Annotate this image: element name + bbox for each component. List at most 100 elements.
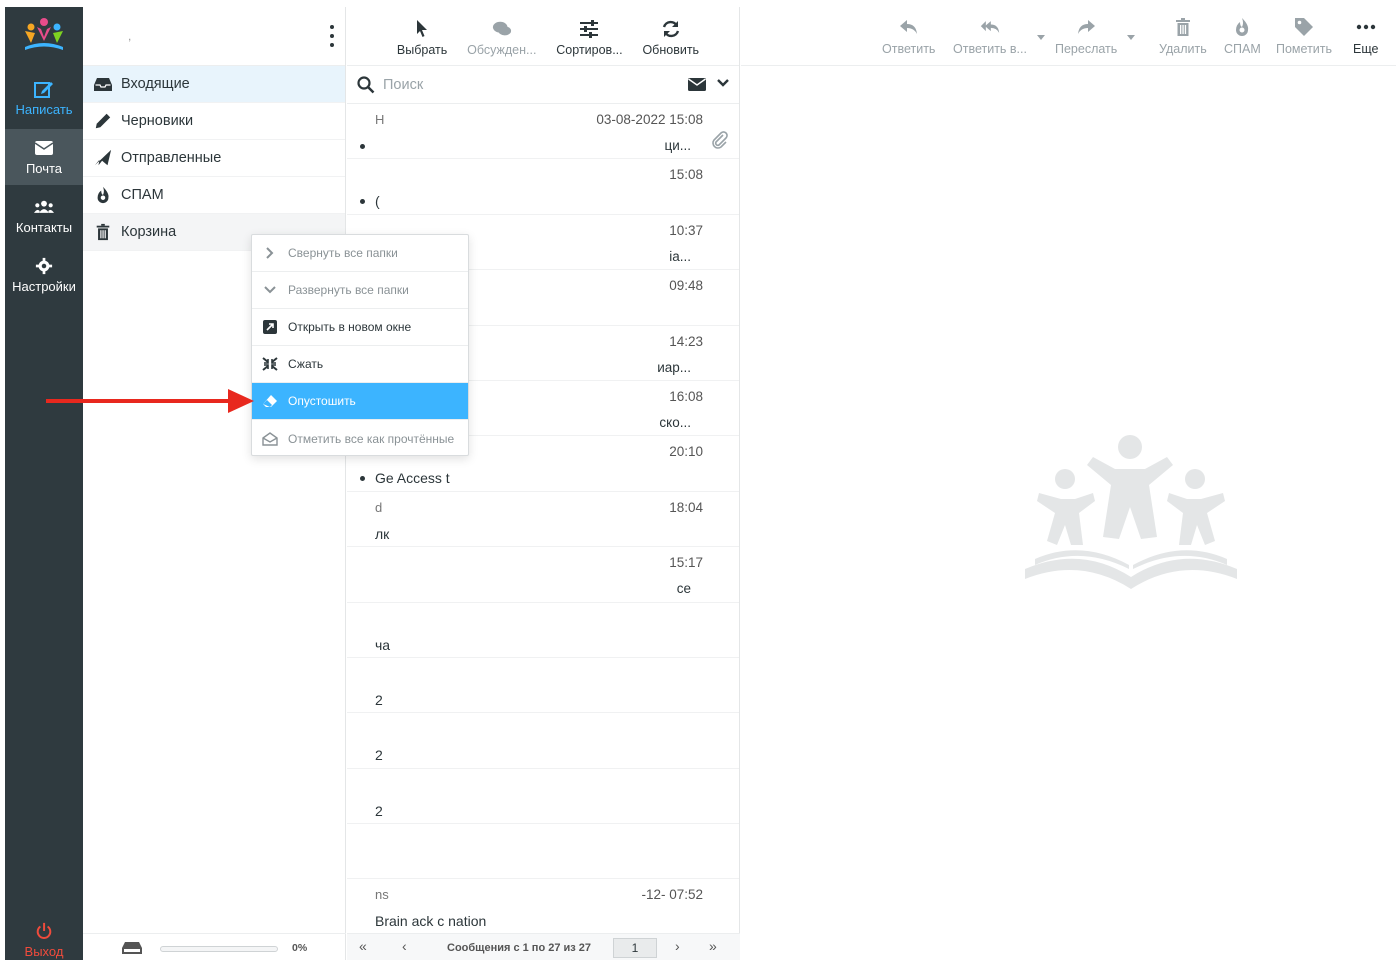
- folder-label: Отправленные: [121, 150, 222, 166]
- list-toolbar: Выбрать Обсужден... Сортиров... Обновить: [347, 7, 739, 66]
- compose-button[interactable]: Написать: [5, 70, 83, 126]
- delete-label: Удалить: [1159, 42, 1207, 56]
- expand-all-folders-item[interactable]: Развернуть все папки: [252, 272, 468, 309]
- account-name: ,: [128, 29, 132, 43]
- forward-caret-icon[interactable]: [1127, 35, 1135, 40]
- reply-all-label: Ответить в...: [953, 42, 1027, 56]
- envelope-icon: [34, 140, 54, 155]
- chevron-down-icon[interactable]: [717, 78, 729, 88]
- spam-button[interactable]: СПАМ: [1224, 17, 1261, 56]
- unread-dot-icon: [360, 199, 365, 205]
- sort-button[interactable]: Сортиров...: [556, 19, 623, 57]
- reply-label: Ответить: [882, 42, 936, 56]
- search-input[interactable]: [383, 76, 663, 93]
- last-page-icon[interactable]: »: [709, 938, 717, 954]
- mark-all-read-item[interactable]: Отметить все как прочтённые: [252, 420, 468, 457]
- message-row[interactable]: 2: [347, 658, 739, 714]
- refresh-label: Обновить: [642, 43, 700, 57]
- message-row[interactable]: ns -12- 07:52 Brain ack c nation: [347, 879, 739, 935]
- contacts-label: Контакты: [15, 219, 73, 235]
- contacts-nav-button[interactable]: Контакты: [5, 188, 83, 244]
- paper-plane-icon: [94, 149, 112, 166]
- unread-dot-icon: [360, 144, 365, 149]
- mark-button[interactable]: Пометить: [1276, 17, 1332, 56]
- folder-inbox[interactable]: Входящие: [83, 66, 345, 103]
- first-page-icon[interactable]: «: [359, 938, 367, 954]
- message-snippet: се: [676, 581, 691, 597]
- empty-folder-item[interactable]: Опустошить: [252, 383, 468, 420]
- open-in-new-window-item[interactable]: Открыть в новом окне: [252, 309, 468, 346]
- message-row[interactable]: 2: [347, 713, 739, 769]
- fire-icon: [97, 186, 109, 204]
- more-dots-icon: [1356, 24, 1375, 30]
- chevron-right-icon: [266, 247, 274, 259]
- message-snippet: ско...: [659, 414, 691, 430]
- menu-item-label: Сжать: [288, 357, 324, 371]
- message-date: 16:08: [669, 388, 703, 404]
- message-row[interactable]: Н 03-08-2022 15:08 ци...: [347, 104, 739, 160]
- message-subject: 2: [375, 691, 383, 708]
- message-sender: d: [375, 499, 383, 515]
- forward-label: Переслать: [1055, 42, 1118, 56]
- folder-drafts[interactable]: Черновики: [83, 103, 345, 140]
- settings-label: Настройки: [12, 278, 76, 294]
- envelope-open-icon: [262, 431, 278, 446]
- folder-options-icon[interactable]: [327, 25, 337, 47]
- delete-button[interactable]: Удалить: [1159, 17, 1207, 56]
- message-row[interactable]: 15:17 се: [347, 547, 739, 603]
- trash-icon: [1175, 18, 1190, 36]
- message-row[interactable]: 2: [347, 769, 739, 825]
- message-list: Н03-08-2022 15:08ци...15:08(10:37СА.іа..…: [347, 104, 739, 935]
- chevron-down-icon: [264, 286, 276, 294]
- mail-nav-button[interactable]: Почта: [5, 129, 83, 185]
- forward-button[interactable]: Переслать: [1055, 17, 1117, 56]
- spam-label: СПАМ: [1224, 42, 1261, 56]
- reply-all-button[interactable]: Ответить в...: [953, 17, 1027, 56]
- paperclip-icon: [712, 131, 728, 149]
- message-date: 15:08: [669, 167, 703, 183]
- message-date: 20:10: [669, 444, 703, 460]
- external-window-icon: [263, 320, 277, 334]
- refresh-button[interactable]: Обновить: [642, 19, 699, 57]
- reply-button[interactable]: Ответить: [882, 17, 935, 56]
- tag-icon: [1295, 18, 1313, 36]
- message-row[interactable]: d 18:04 лк: [347, 492, 739, 548]
- preview-panel: Ответить Ответить в... Переслать Удалить…: [741, 7, 1396, 960]
- collapse-all-folders-item[interactable]: Свернуть все папки: [252, 235, 468, 272]
- refresh-icon: [662, 20, 679, 38]
- message-subject: Brain ack c nation: [375, 913, 487, 930]
- compose-label: Написать: [15, 101, 73, 117]
- compress-icon: [262, 357, 278, 371]
- message-row[interactable]: [347, 824, 739, 880]
- pencil-icon: [95, 113, 111, 129]
- message-subject: Ge Access t: [375, 470, 450, 487]
- envelope-filter-icon[interactable]: [687, 77, 707, 92]
- threads-button[interactable]: Обсужден...: [467, 19, 536, 57]
- next-page-icon[interactable]: ›: [675, 938, 680, 954]
- message-subject: 2: [375, 802, 383, 819]
- power-icon: [36, 922, 52, 939]
- reply-all-caret-icon[interactable]: [1037, 35, 1045, 40]
- settings-nav-button[interactable]: Настройки: [5, 247, 83, 303]
- main-navigation: Написать Почта Контакты Настройки Выход: [5, 7, 83, 960]
- folder-sent[interactable]: Отправленные: [83, 140, 345, 177]
- comments-icon: [492, 21, 511, 36]
- select-button[interactable]: Выбрать: [397, 19, 447, 57]
- more-label: Еще: [1353, 42, 1379, 56]
- sliders-icon: [580, 20, 599, 38]
- message-snippet: іа...: [669, 248, 691, 264]
- folder-label: Корзина: [121, 224, 177, 240]
- folder-header: ,: [83, 7, 345, 66]
- compress-item[interactable]: Сжать: [252, 346, 468, 383]
- unread-dot-icon: [360, 476, 365, 482]
- folder-spam[interactable]: СПАМ: [83, 177, 345, 214]
- message-subject: (: [375, 193, 380, 210]
- message-subject: ча: [375, 636, 391, 653]
- more-button[interactable]: Еще: [1353, 17, 1378, 56]
- message-list-panel: Выбрать Обсужден... Сортиров... Обновить…: [347, 7, 740, 960]
- message-row[interactable]: ча: [347, 603, 739, 658]
- message-row[interactable]: 15:08 (: [347, 159, 739, 215]
- page-number-input[interactable]: 1: [613, 938, 657, 958]
- logout-button[interactable]: Выход: [5, 912, 83, 960]
- prev-page-icon[interactable]: ‹: [402, 938, 407, 954]
